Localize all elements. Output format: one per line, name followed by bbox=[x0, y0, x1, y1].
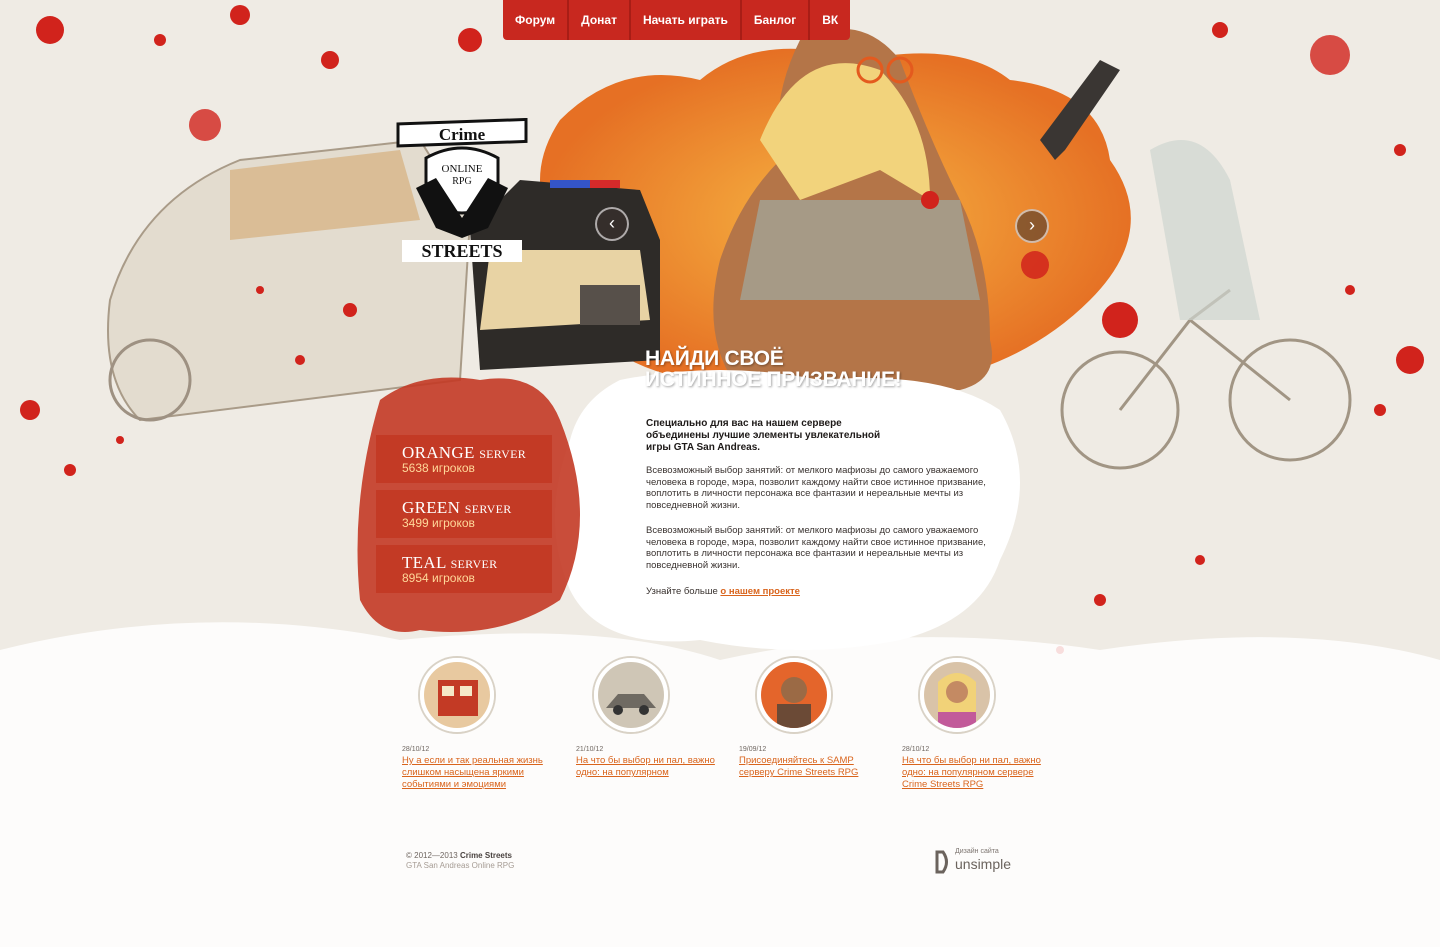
server-name-suffix: SERVER bbox=[464, 502, 512, 516]
news-date: 21/10/12 bbox=[576, 746, 604, 753]
learn-more: Узнайте больше о нашем проекте bbox=[646, 586, 800, 597]
intro-text: Специально для вас на нашем сервере объе… bbox=[646, 418, 881, 453]
news-thumbnail[interactable] bbox=[594, 658, 668, 732]
nav-vk[interactable]: ВК bbox=[810, 0, 851, 40]
hero-headline: Найди своё истинное призвание! bbox=[645, 347, 902, 391]
description-paragraph-2: Всевозможный выбор занятий: от мелкого м… bbox=[646, 525, 986, 571]
design-brand: unsimple bbox=[955, 856, 1012, 872]
server-name: TEAL SERVER bbox=[402, 553, 497, 573]
description-paragraph-1: Всевозможный выбор занятий: от мелкого м… bbox=[646, 465, 986, 511]
news-thumbnail[interactable] bbox=[757, 658, 831, 732]
site-logo[interactable]: Crime ONLINE RPG STREETS bbox=[396, 117, 528, 268]
copyright-brand: Crime Streets bbox=[459, 851, 512, 860]
news-title-link[interactable]: Ну а если и так реальная жизнь слишком н… bbox=[402, 755, 552, 791]
logo-emblem: Crime ONLINE RPG STREETS bbox=[396, 117, 528, 262]
woman-portrait-image bbox=[924, 662, 990, 728]
news-item: 28/10/12 На что бы выбор ни пал, важно о… bbox=[902, 658, 1052, 791]
slider-next-button[interactable]: › bbox=[1015, 209, 1049, 243]
about-project-link[interactable]: о нашем проекте bbox=[720, 586, 800, 597]
chevron-left-icon: ‹ bbox=[609, 213, 615, 233]
server-name-suffix: SERVER bbox=[450, 557, 498, 571]
nav-banlog[interactable]: Банлог bbox=[741, 0, 811, 40]
news-title-link[interactable]: Присоединяйтесь к SAMP серверу Crime Str… bbox=[739, 755, 889, 779]
server-name-suffix: SERVER bbox=[479, 447, 527, 461]
svg-text:STREETS: STREETS bbox=[421, 241, 502, 261]
news-thumbnail[interactable] bbox=[920, 658, 994, 732]
news-date: 28/10/12 bbox=[902, 746, 930, 753]
main-nav: Форум Донат Начать играть Банлог ВК bbox=[503, 0, 851, 40]
svg-text:RPG: RPG bbox=[452, 176, 471, 187]
design-label: Дизайн сайта bbox=[955, 848, 999, 855]
news-item: 21/10/12 На что бы выбор ни пал, важно о… bbox=[576, 658, 726, 779]
slider-prev-button[interactable]: ‹ bbox=[595, 207, 629, 241]
unsimple-logo-icon bbox=[935, 850, 948, 874]
news-item: 19/09/12 Присоединяйтесь к SAMP серверу … bbox=[739, 658, 889, 779]
server-players: 3499 игроков bbox=[402, 516, 475, 530]
server-name: ORANGE SERVER bbox=[402, 443, 526, 463]
nav-donate[interactable]: Донат bbox=[569, 0, 631, 40]
server-teal[interactable]: TEAL SERVER 8954 игроков bbox=[376, 545, 552, 593]
news-item: 28/10/12 Ну а если и так реальная жизнь … bbox=[402, 658, 552, 791]
tram-image bbox=[424, 662, 490, 728]
learn-more-prefix: Узнайте больше bbox=[646, 586, 718, 597]
copyright-line: © 2012—2013 Crime Streets bbox=[406, 851, 514, 861]
server-name: GREEN SERVER bbox=[402, 498, 512, 518]
man-portrait-image bbox=[761, 662, 827, 728]
server-players: 5638 игроков bbox=[402, 461, 475, 475]
designer-credit[interactable]: Дизайн сайта unsimple bbox=[935, 848, 1025, 874]
news-date: 28/10/12 bbox=[402, 746, 430, 753]
headline-line-1: Найди своё bbox=[645, 347, 784, 370]
nav-start-playing[interactable]: Начать играть bbox=[630, 0, 742, 40]
server-orange[interactable]: ORANGE SERVER 5638 игроков bbox=[376, 435, 552, 483]
news-thumbnail[interactable] bbox=[420, 658, 494, 732]
svg-text:Crime: Crime bbox=[439, 125, 486, 144]
server-name-main: ORANGE bbox=[402, 443, 475, 462]
headline-line-2: истинное призвание! bbox=[645, 368, 902, 391]
copyright: © 2012—2013 Crime Streets GTA San Andrea… bbox=[406, 851, 514, 871]
car-image bbox=[598, 662, 664, 728]
svg-text:ONLINE: ONLINE bbox=[442, 163, 483, 175]
news-title-link[interactable]: На что бы выбор ни пал, важно одно: на п… bbox=[576, 755, 726, 779]
server-green[interactable]: GREEN SERVER 3499 игроков bbox=[376, 490, 552, 538]
copyright-subtitle: GTA San Andreas Online RPG bbox=[406, 861, 515, 870]
server-players: 8954 игроков bbox=[402, 571, 475, 585]
news-date: 19/09/12 bbox=[739, 746, 767, 753]
copyright-years: © 2012—2013 bbox=[406, 851, 458, 860]
news-title-link[interactable]: На что бы выбор ни пал, важно одно: на п… bbox=[902, 755, 1052, 791]
server-name-main: GREEN bbox=[402, 498, 461, 517]
nav-forum[interactable]: Форум bbox=[503, 0, 570, 40]
chevron-right-icon: › bbox=[1029, 215, 1035, 235]
server-name-main: TEAL bbox=[402, 553, 446, 572]
